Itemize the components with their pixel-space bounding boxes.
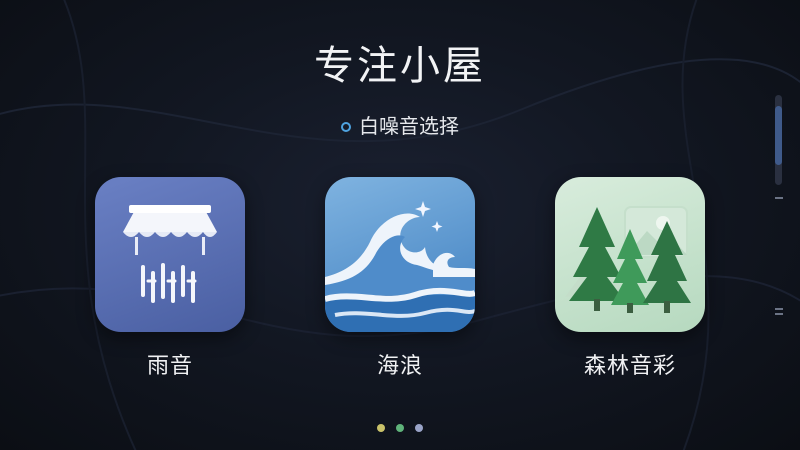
page-indicator [0, 424, 800, 432]
scrollbar-thumb[interactable] [775, 106, 782, 165]
side-divider-mark [775, 197, 783, 199]
sound-tile-ocean[interactable] [325, 177, 475, 332]
side-divider-mark [775, 308, 783, 310]
sound-label-rain[interactable]: 雨音 [95, 352, 245, 382]
page-dot[interactable] [415, 424, 423, 432]
subtitle-text: 白噪音选择 [359, 114, 459, 138]
rain-house-icon [123, 205, 217, 303]
sound-label-forest[interactable]: 森林音彩 [555, 352, 705, 382]
scrollbar-track[interactable] [775, 95, 782, 185]
focus-room-screen: 专注小屋 白噪音选择 雨音 海浪 森林音彩 [0, 0, 800, 450]
subtitle-row: 白噪音选择 [0, 112, 800, 140]
ocean-wave-icon [325, 201, 475, 332]
page-dot[interactable] [377, 424, 385, 432]
page-title: 专注小屋 [314, 43, 486, 89]
sound-tile-rain[interactable] [95, 177, 245, 332]
page-dot[interactable] [396, 424, 404, 432]
sound-tile-forest[interactable] [555, 177, 705, 332]
side-divider-mark [775, 313, 783, 315]
forest-trees-icon [565, 206, 691, 313]
bullet-dot-icon [341, 122, 351, 132]
sound-label-ocean[interactable]: 海浪 [325, 352, 475, 382]
